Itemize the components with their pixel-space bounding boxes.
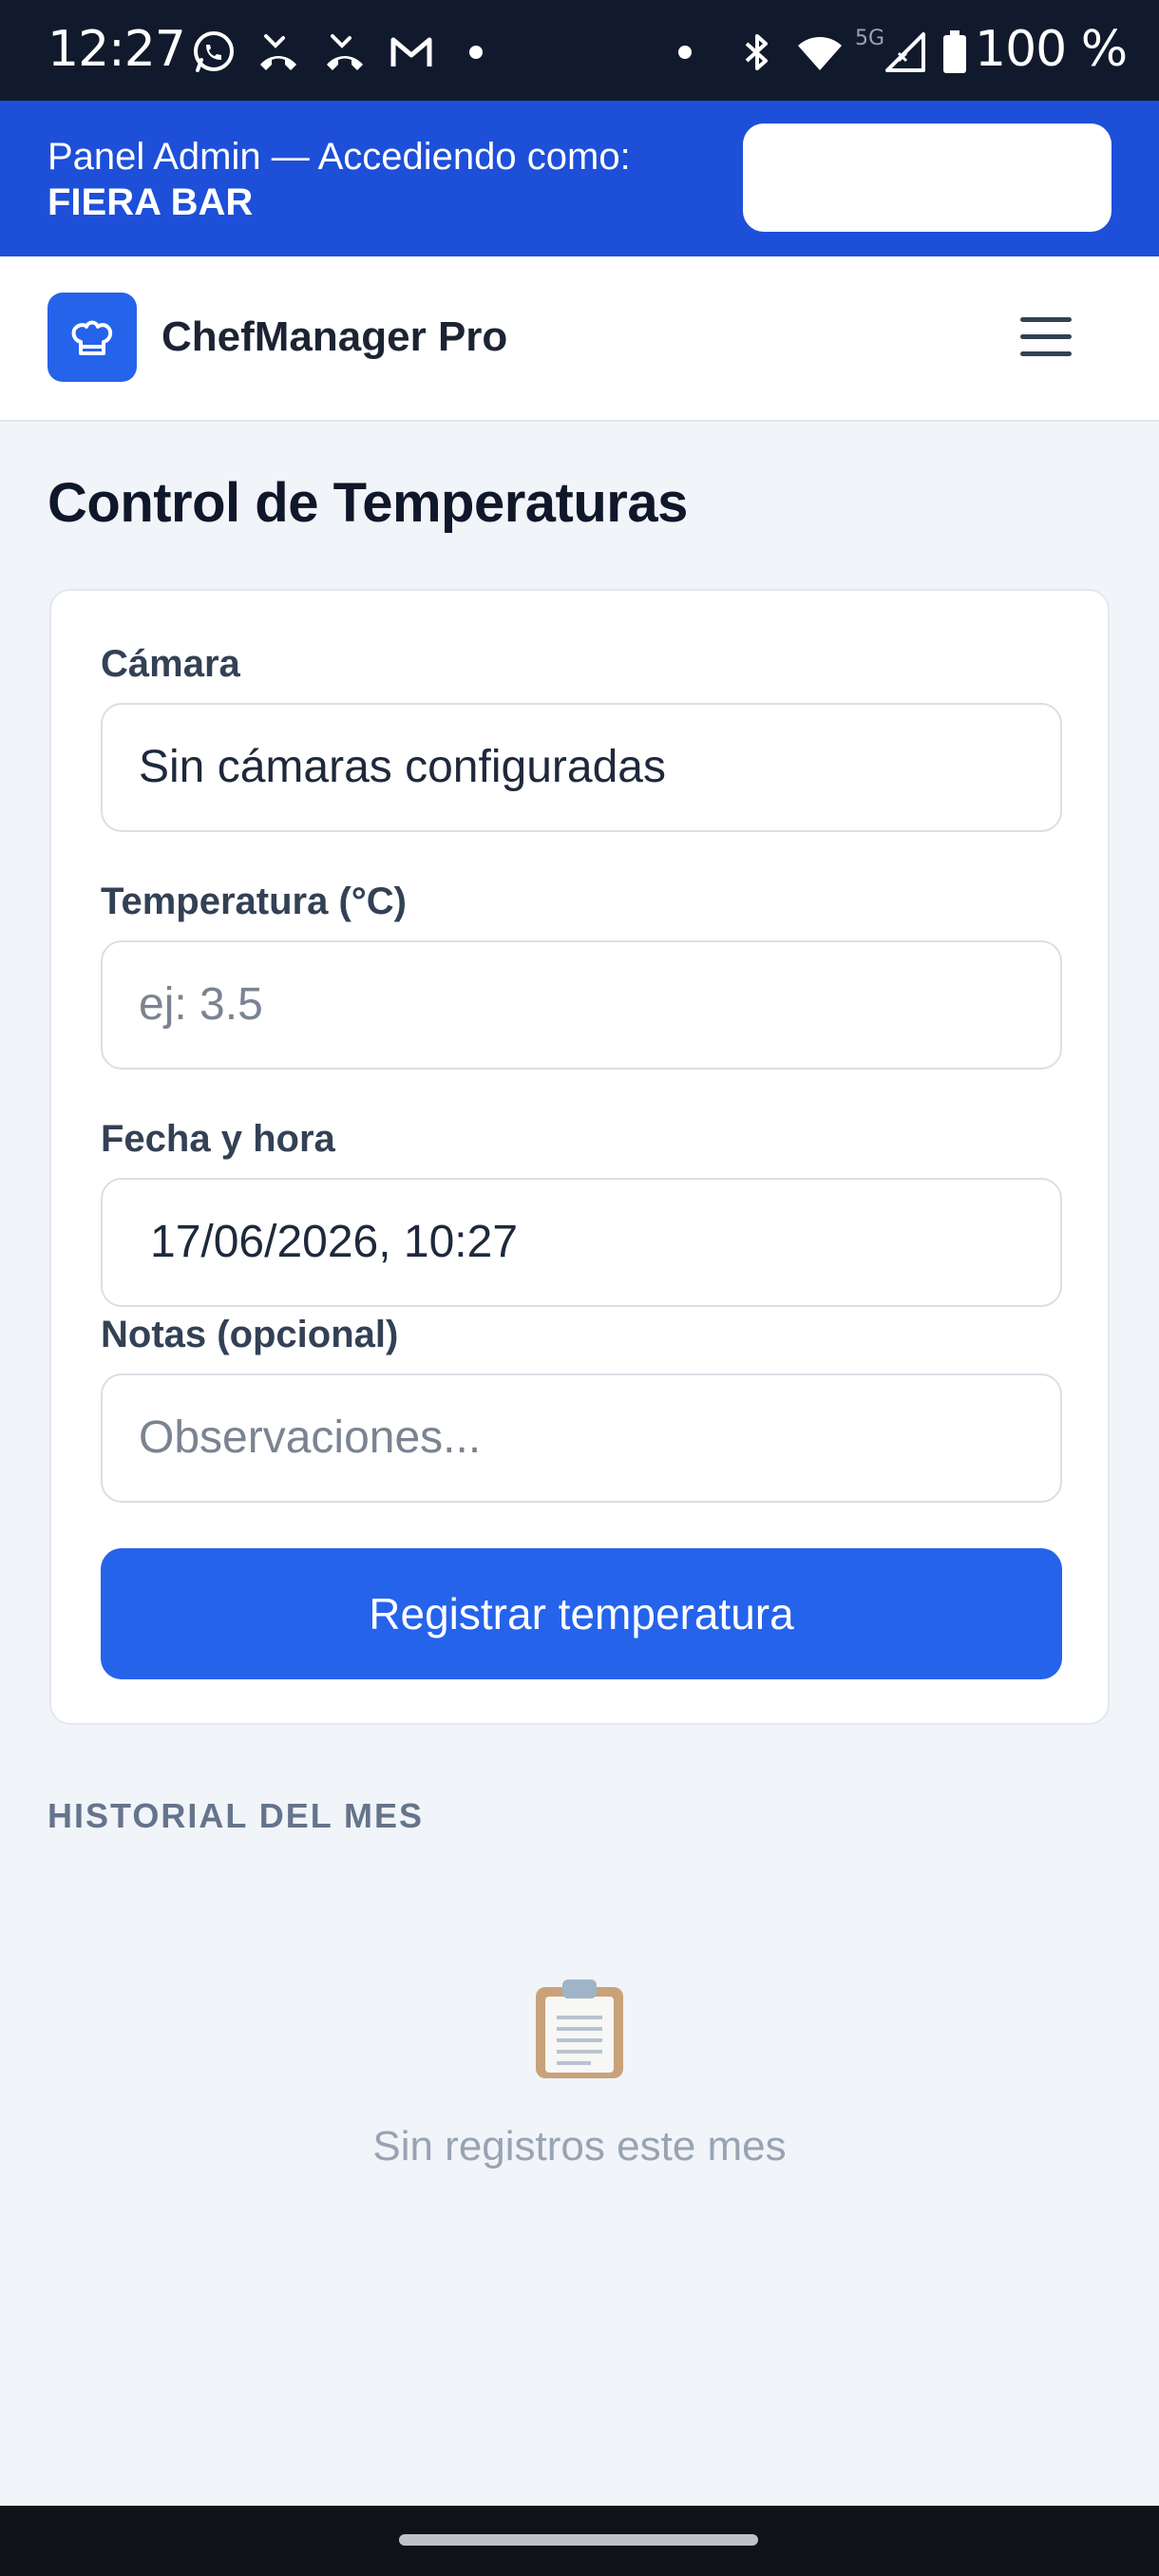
system-navigation-bar: [0, 2506, 1159, 2576]
missed-call-icon: [327, 34, 363, 70]
battery-icon: [943, 30, 966, 73]
history-heading: HISTORIAL DEL MES: [48, 1796, 425, 1835]
app-name: ChefManager Pro: [162, 313, 508, 360]
notification-dot: [469, 46, 483, 59]
network-type-label: 5G: [855, 27, 885, 50]
admin-exit-button[interactable]: [743, 123, 1112, 232]
home-gesture-handle[interactable]: [399, 2534, 758, 2546]
register-temperature-button[interactable]: Registrar temperatura: [101, 1548, 1062, 1679]
status-bar: 12:27 5G 100 %: [0, 0, 1159, 101]
notes-label: Notas (opcional): [101, 1314, 399, 1355]
chef-hat-icon: [71, 320, 113, 355]
datetime-input[interactable]: 17/06/2026, 10:27: [101, 1178, 1062, 1307]
whatsapp-icon: [194, 31, 234, 72]
clipboard-icon: [536, 1979, 623, 2078]
hamburger-menu-icon[interactable]: [1013, 304, 1079, 370]
camera-select[interactable]: Sin cámaras configuradas: [101, 703, 1062, 832]
wifi-icon: [798, 37, 842, 70]
status-time: 12:27: [48, 21, 186, 78]
datetime-label: Fecha y hora: [101, 1118, 335, 1160]
empty-history-text: Sin registros este mes: [372, 2123, 787, 2169]
temperature-input[interactable]: ej: 3.5: [101, 940, 1062, 1070]
app-logo[interactable]: [48, 293, 137, 382]
gmail-icon: [390, 37, 432, 66]
battery-percentage: 100 %: [975, 21, 1128, 78]
temperature-label: Temperatura (°C): [101, 881, 407, 922]
admin-banner-text: Panel Admin — Accediendo como:: [48, 136, 631, 178]
admin-banner: Panel Admin — Accediendo como: FIERA BAR: [0, 101, 1159, 256]
app-header: ChefManager Pro: [0, 256, 1159, 422]
missed-call-icon: [260, 34, 296, 70]
signal-icon: [885, 32, 925, 72]
notes-input[interactable]: Observaciones...: [101, 1373, 1062, 1503]
admin-account-name: FIERA BAR: [48, 181, 254, 223]
camera-label: Cámara: [101, 643, 240, 685]
temperature-form-card: Cámara Sin cámaras configuradas Temperat…: [49, 589, 1110, 1725]
page-title: Control de Temperaturas: [48, 472, 688, 534]
bluetooth-icon: [745, 34, 768, 70]
notification-dot: [678, 46, 692, 59]
